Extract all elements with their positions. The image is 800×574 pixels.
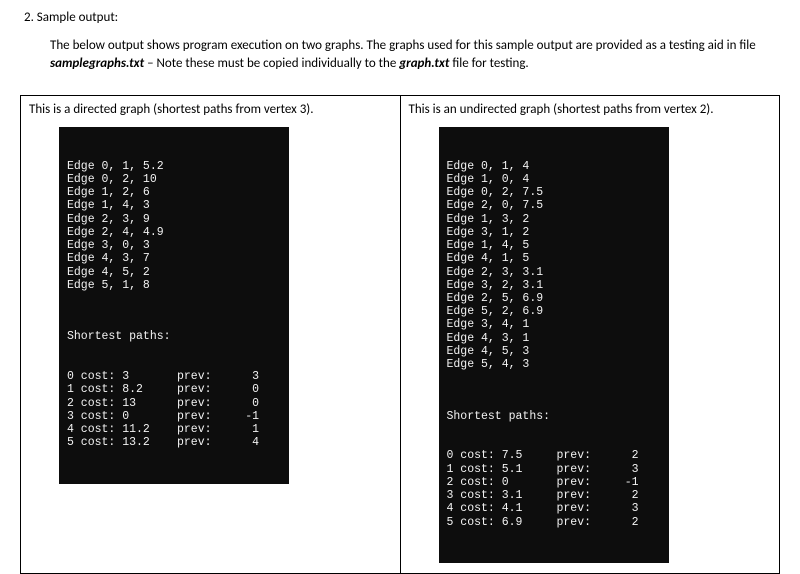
sp-prev-label: prev: xyxy=(177,436,231,449)
left-sp-list: 0 cost: 3prev:31 cost: 8.2prev:02 cost: … xyxy=(67,370,281,449)
sp-prev-value: 2 xyxy=(611,489,639,502)
sp-prev-value: 3 xyxy=(611,463,639,476)
sp-row: 2 cost: 0prev:-1 xyxy=(447,476,661,489)
sp-prev-label: prev: xyxy=(177,370,231,383)
intro-part1: The below output shows program execution… xyxy=(50,38,756,53)
intro-file2: graph.txt xyxy=(399,56,449,71)
sp-prev-value: 1 xyxy=(231,423,259,436)
left-caption: This is a directed graph (shortest paths… xyxy=(29,102,392,117)
sp-prev-label: prev: xyxy=(177,397,231,410)
right-sp-title: Shortest paths: xyxy=(447,410,661,423)
sp-row: 1 cost: 5.1prev:3 xyxy=(447,463,661,476)
right-caption: This is an undirected graph (shortest pa… xyxy=(409,102,772,117)
sp-cost: 4 cost: 11.2 xyxy=(67,423,177,436)
sp-prev-label: prev: xyxy=(557,449,611,462)
sp-prev-label: prev: xyxy=(557,489,611,502)
sp-row: 0 cost: 7.5prev:2 xyxy=(447,449,661,462)
sp-cost: 1 cost: 5.1 xyxy=(447,463,557,476)
right-edge-list: Edge 0, 1, 4 Edge 1, 0, 4 Edge 0, 2, 7.5… xyxy=(447,160,661,372)
sp-prev-value: 2 xyxy=(611,516,639,529)
right-terminal: Edge 0, 1, 4 Edge 1, 0, 4 Edge 0, 2, 7.5… xyxy=(439,127,669,563)
sp-cost: 1 cost: 8.2 xyxy=(67,383,177,396)
sp-prev-label: prev: xyxy=(177,410,231,423)
sp-prev-value: 4 xyxy=(231,436,259,449)
sp-prev-value: 3 xyxy=(231,370,259,383)
sp-row: 1 cost: 8.2prev:0 xyxy=(67,383,281,396)
sp-prev-value: 0 xyxy=(231,383,259,396)
sp-prev-label: prev: xyxy=(177,383,231,396)
sp-row: 5 cost: 6.9prev:2 xyxy=(447,516,661,529)
sp-prev-value: 2 xyxy=(611,449,639,462)
sp-prev-value: -1 xyxy=(611,476,639,489)
left-sp-title: Shortest paths: xyxy=(67,330,281,343)
left-terminal: Edge 0, 1, 5.2 Edge 0, 2, 10 Edge 1, 2, … xyxy=(59,127,289,483)
sp-cost: 3 cost: 3.1 xyxy=(447,489,557,502)
intro-part2: – Note these must be copied individually… xyxy=(144,56,399,71)
section-heading: 2. Sample output: xyxy=(24,10,768,25)
sp-cost: 5 cost: 13.2 xyxy=(67,436,177,449)
sp-cost: 2 cost: 13 xyxy=(67,397,177,410)
sp-cost: 4 cost: 4.1 xyxy=(447,502,557,515)
left-column: This is a directed graph (shortest paths… xyxy=(21,96,401,573)
sp-row: 3 cost: 3.1prev:2 xyxy=(447,489,661,502)
sp-cost: 2 cost: 0 xyxy=(447,476,557,489)
intro-file1: samplegraphs.txt xyxy=(50,56,144,71)
sp-cost: 5 cost: 6.9 xyxy=(447,516,557,529)
sp-cost: 3 cost: 0 xyxy=(67,410,177,423)
sp-prev-label: prev: xyxy=(557,516,611,529)
sp-prev-value: 3 xyxy=(611,502,639,515)
right-column: This is an undirected graph (shortest pa… xyxy=(401,96,780,573)
sp-prev-label: prev: xyxy=(557,463,611,476)
sp-row: 3 cost: 0prev:-1 xyxy=(67,410,281,423)
output-comparison-table: This is a directed graph (shortest paths… xyxy=(20,95,780,574)
right-sp-list: 0 cost: 7.5prev:21 cost: 5.1prev:32 cost… xyxy=(447,449,661,528)
sp-row: 0 cost: 3prev:3 xyxy=(67,370,281,383)
intro-paragraph: The below output shows program execution… xyxy=(50,37,768,73)
sp-row: 4 cost: 11.2prev:1 xyxy=(67,423,281,436)
sp-row: 5 cost: 13.2prev:4 xyxy=(67,436,281,449)
sp-prev-label: prev: xyxy=(177,423,231,436)
left-edge-list: Edge 0, 1, 5.2 Edge 0, 2, 10 Edge 1, 2, … xyxy=(67,160,281,292)
sp-prev-label: prev: xyxy=(557,476,611,489)
sp-prev-label: prev: xyxy=(557,502,611,515)
sp-row: 4 cost: 4.1prev:3 xyxy=(447,502,661,515)
sp-prev-value: -1 xyxy=(231,410,259,423)
sp-row: 2 cost: 13prev:0 xyxy=(67,397,281,410)
sp-cost: 0 cost: 3 xyxy=(67,370,177,383)
intro-part3: file for testing. xyxy=(449,56,528,71)
sp-cost: 0 cost: 7.5 xyxy=(447,449,557,462)
sp-prev-value: 0 xyxy=(231,397,259,410)
